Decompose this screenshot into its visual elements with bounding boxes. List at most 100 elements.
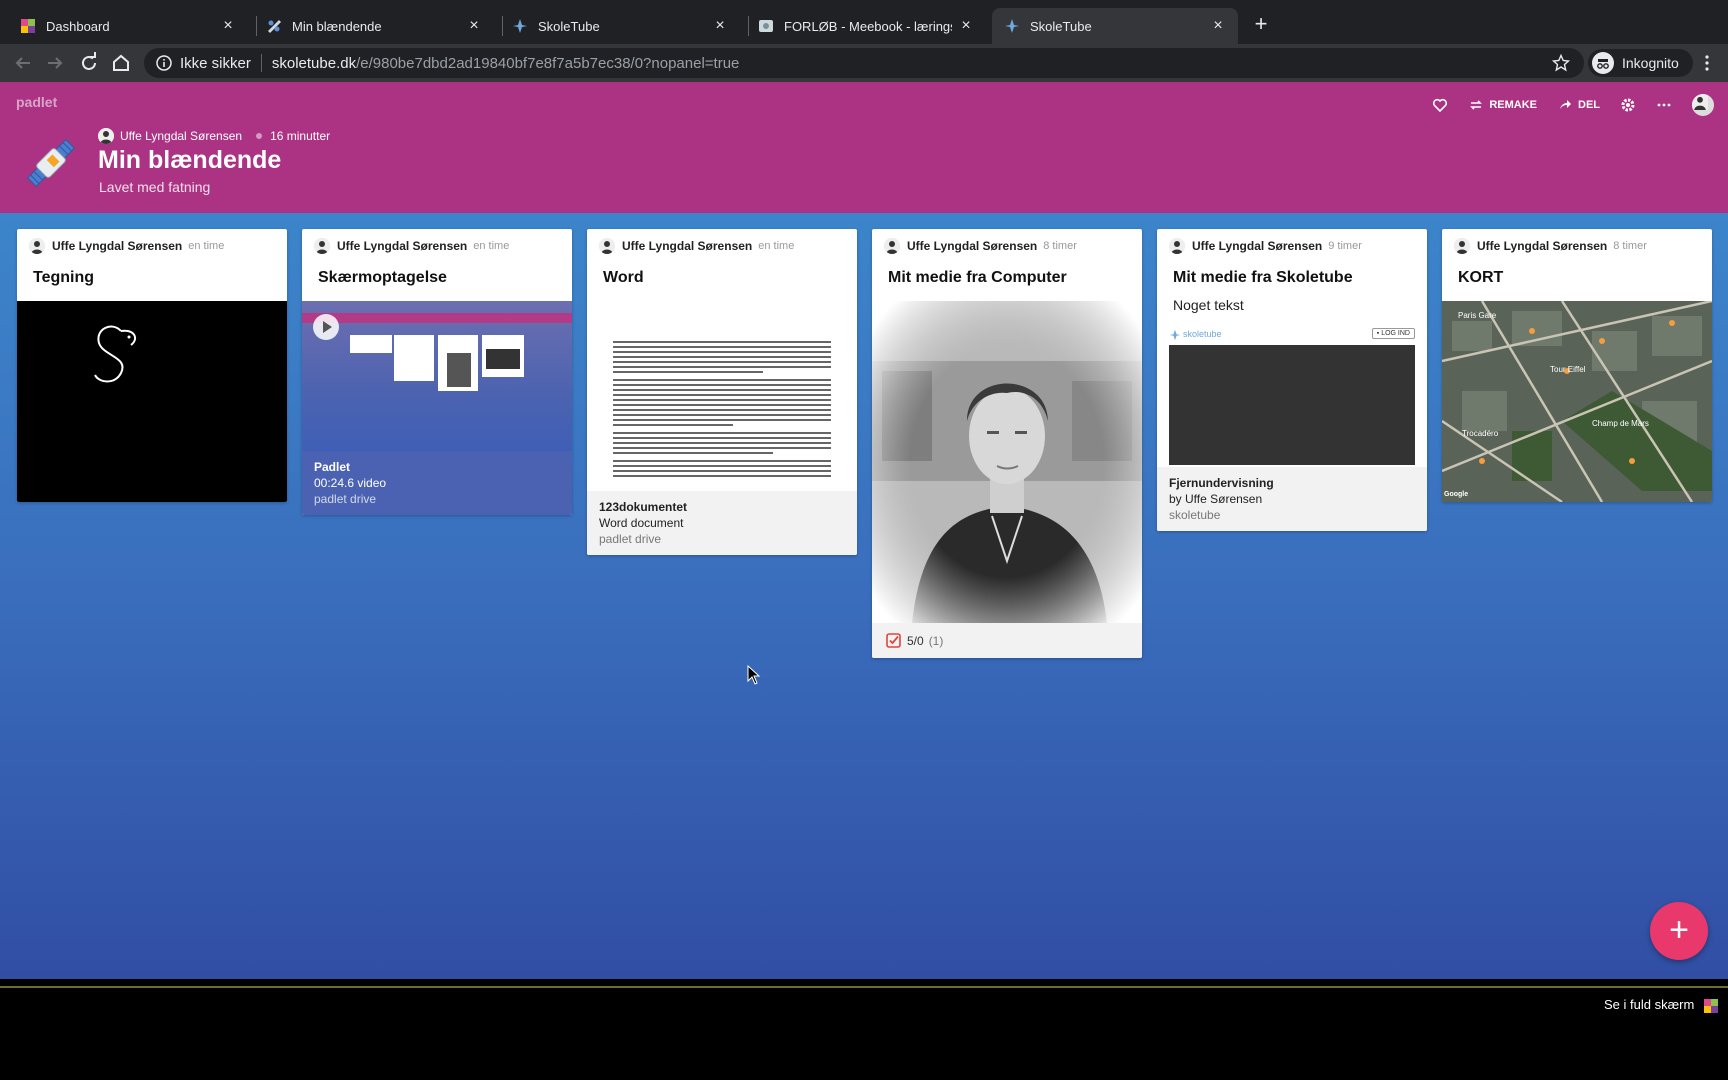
address-divider [260, 54, 262, 72]
post-time: en time [758, 240, 795, 252]
login-button[interactable]: ▪ LOG IND [1371, 328, 1415, 339]
thumb-embed [486, 349, 520, 369]
tab-forlob[interactable]: FORLØB - Meebook - læringspla × [746, 8, 986, 44]
post-title: Word [603, 269, 644, 286]
tab-label: Dashboard [46, 18, 110, 34]
skoletube-icon [513, 19, 527, 33]
close-icon[interactable]: × [712, 18, 728, 34]
post-card-skaermoptagelse[interactable]: Uffe Lyngdal Sørensen en time Skærmoptag… [302, 229, 572, 515]
address-bar[interactable]: Ikke sikker skoletube.dk/e/980be7dbd2ad1… [144, 48, 1584, 78]
reload-icon [82, 52, 96, 70]
play-icon[interactable] [312, 313, 340, 341]
embed-video-player[interactable] [1169, 345, 1415, 465]
drawing-image [94, 325, 137, 383]
more-button[interactable] [1656, 97, 1672, 113]
satellite-icon [26, 138, 76, 188]
document-preview[interactable] [587, 301, 857, 491]
info-icon[interactable] [156, 55, 172, 71]
map-label: Champ de Mars [1592, 419, 1649, 428]
fullscreen-link[interactable]: Se i fuld skærm [1604, 997, 1694, 1012]
attachment-info: Padlet 00:24.6 video padlet drive [302, 451, 572, 515]
post-header: Uffe Lyngdal Sørensen 8 timer [1442, 229, 1712, 263]
arrow-left-icon [15, 57, 30, 69]
meebook-icon [21, 19, 35, 33]
tab-label: SkoleTube [1030, 18, 1092, 34]
back-button[interactable] [10, 50, 36, 76]
post-title: Tegning [33, 269, 95, 286]
meebook-icon[interactable] [1703, 998, 1719, 1014]
security-label[interactable]: Ikke sikker [180, 55, 251, 72]
rating-score: 5/0 [907, 633, 924, 648]
skoletube-embed[interactable]: skoletube ▪ LOG IND [1157, 325, 1427, 467]
post-title: Mit medie fra Computer [888, 269, 1067, 286]
post-author: Uffe Lyngdal Sørensen [337, 239, 468, 253]
settings-button[interactable] [1620, 97, 1636, 113]
author-avatar [29, 238, 45, 254]
post-author: Uffe Lyngdal Sørensen [622, 239, 753, 253]
tab-skoletube[interactable]: SkoleTube × [500, 8, 740, 44]
author-avatar [98, 128, 114, 144]
post-title: Skærmoptagelse [318, 269, 447, 286]
reload-button[interactable] [76, 50, 102, 76]
heart-icon [1433, 98, 1448, 113]
tab-dashboard[interactable]: Dashboard × [8, 8, 248, 44]
like-button[interactable] [1432, 97, 1448, 113]
remake-button[interactable]: REMAKE [1468, 97, 1537, 113]
lock-icon: ▪ [1376, 330, 1380, 337]
share-label: DEL [1578, 99, 1600, 111]
map-attachment[interactable]: Paris Gare Tour Eiffel Champ de Mars Tro… [1442, 301, 1712, 502]
url-path: /e/980be7dbd2ad19840bf7e8f7a5b7ec38/0?no… [356, 54, 740, 72]
star-icon[interactable] [1552, 54, 1570, 72]
post-header: Uffe Lyngdal Sørensen 9 timer [1157, 229, 1427, 263]
padlet-age: 16 minutter [270, 129, 331, 143]
thumb-header-bar [302, 313, 572, 323]
share-button[interactable]: DEL [1557, 97, 1600, 113]
drawing-attachment[interactable] [17, 301, 287, 502]
thumb-photo [447, 353, 471, 387]
incognito-badge[interactable]: Inkognito [1588, 49, 1693, 77]
header-actions: REMAKE DEL [1432, 94, 1728, 116]
video-thumbnail[interactable] [302, 301, 572, 451]
incognito-icon [1592, 52, 1614, 74]
post-author: Uffe Lyngdal Sørensen [52, 239, 183, 253]
post-card-medie-skoletube[interactable]: Uffe Lyngdal Sørensen 9 timer Mit medie … [1157, 229, 1427, 531]
post-card-medie-computer[interactable]: Uffe Lyngdal Sørensen 8 timer Mit medie … [872, 229, 1142, 658]
padlet-logo[interactable]: padlet [16, 94, 57, 110]
author-avatar [884, 238, 900, 254]
checkbox-checked-icon[interactable] [886, 633, 901, 648]
forward-button[interactable] [42, 50, 68, 76]
add-post-button[interactable]: + [1650, 902, 1708, 960]
attachment-desc: by Uffe Sørensen [1169, 492, 1263, 506]
close-icon[interactable]: × [466, 18, 482, 34]
rating-count: (1) [928, 633, 944, 648]
home-button[interactable] [108, 50, 134, 76]
portrait-photo [872, 301, 1142, 623]
author-name[interactable]: Uffe Lyngdal Sørensen [120, 129, 242, 143]
padlet-icon [268, 20, 281, 33]
home-icon [113, 54, 129, 71]
document-text-lines [613, 341, 831, 477]
padlet-page: padlet REMAKE DEL Uffe Lyngdal Sørensen … [0, 82, 1728, 979]
photo-attachment[interactable] [872, 301, 1142, 623]
url-host: skoletube.dk [271, 54, 357, 72]
more-horizontal-icon [1657, 103, 1671, 107]
page-subtitle: Lavet med fatning [99, 179, 211, 195]
close-icon[interactable]: × [220, 18, 236, 34]
post-body: Noget tekst [1173, 297, 1244, 313]
user-avatar[interactable] [1692, 94, 1714, 116]
tab-skoletube-active[interactable]: SkoleTube × [992, 8, 1238, 44]
new-tab-button[interactable]: + [1250, 13, 1272, 36]
close-icon[interactable]: × [958, 18, 974, 34]
post-card-tegning[interactable]: Uffe Lyngdal Sørensen en time Tegning [17, 229, 287, 502]
tab-label: FORLØB - Meebook - læringspla [784, 18, 952, 34]
tab-padlet[interactable]: Min blændende × [254, 8, 494, 44]
author-avatar [314, 238, 330, 254]
attachment-source: padlet drive [599, 532, 662, 546]
more-vertical-icon[interactable] [1698, 54, 1716, 72]
author-avatar [599, 238, 615, 254]
close-icon[interactable]: × [1210, 18, 1226, 34]
arrow-right-icon [48, 57, 63, 69]
post-card-kort[interactable]: Uffe Lyngdal Sørensen 8 timer KORT Paris… [1442, 229, 1712, 502]
satellite-map [1442, 301, 1712, 502]
post-card-word[interactable]: Uffe Lyngdal Sørensen en time Word 123do… [587, 229, 857, 555]
